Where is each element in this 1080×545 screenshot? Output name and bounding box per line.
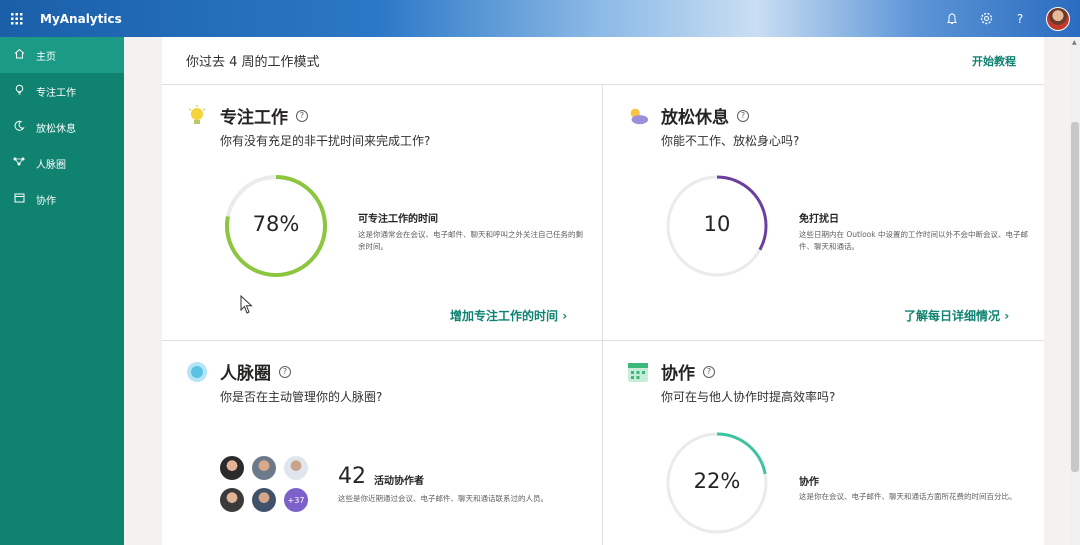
metric-description: 这些日期内在 Outlook 中设置的工作时间以外不会中断会议、电子邮件、聊天和…	[799, 230, 1028, 251]
metric-description: 这是你在会议、电子邮件、聊天和通话方面所花费的时间百分比。	[799, 492, 1017, 501]
card-title: 人脉圈	[220, 364, 271, 384]
sidebar-item-collaboration[interactable]: 协作	[0, 181, 124, 217]
metric-title: 可专注工作的时间	[358, 214, 438, 225]
main-content: 你过去 4 周的工作模式 开始教程 专注工作 ? 你有没有充足的非干扰时间来完成…	[124, 37, 1070, 545]
help-icon[interactable]: ?	[1012, 11, 1028, 27]
sidebar-item-home[interactable]: 主页	[0, 37, 124, 73]
sidebar-item-label: 人脉圈	[36, 159, 66, 171]
mouse-cursor-icon	[240, 294, 254, 319]
sidebar: 主页 专注工作 放松休息 人脉圈 协作	[0, 37, 124, 545]
avatar[interactable]	[1046, 6, 1070, 31]
home-icon	[12, 48, 26, 62]
more-collaborators-badge[interactable]: +37	[284, 488, 308, 512]
gear-icon[interactable]	[978, 11, 994, 27]
sidebar-item-focus[interactable]: 专注工作	[0, 73, 124, 109]
help-icon[interactable]: ?	[737, 109, 749, 122]
focus-ring: 78%	[224, 174, 328, 278]
network-icon	[186, 361, 208, 383]
sidebar-item-label: 协作	[36, 195, 56, 207]
focus-percent: 78%	[252, 212, 300, 236]
network-card: 人脉圈 ? 你是否在主动管理你的人脉圈? +37 42 活动协作者 这些是你近期…	[162, 341, 603, 545]
network-icon	[12, 156, 26, 170]
scrollbar-thumb[interactable]	[1071, 122, 1079, 472]
app-title[interactable]: MyAnalytics	[40, 12, 122, 26]
avatar[interactable]	[220, 456, 244, 480]
card-question: 你可在与他人协作时提高效率吗?	[661, 390, 836, 404]
collaboration-ring: 22%	[665, 431, 769, 535]
avatar[interactable]	[284, 456, 308, 480]
wellbeing-card: 放松休息 ? 你能不工作、放松身心吗? 10 免打扰日 这些日期内在 Outlo…	[603, 85, 1044, 341]
card-question: 你有没有充足的非干扰时间来完成工作?	[220, 134, 431, 148]
collaboration-card: 协作 ? 你可在与他人协作时提高效率吗? 22% 协作 这是你在会议、电子邮件、…	[603, 341, 1044, 545]
increase-focus-link[interactable]: 增加专注工作的时间 ›	[450, 307, 567, 324]
active-collaborators-count: 42	[338, 464, 366, 489]
metric-title: 活动协作者	[374, 476, 424, 487]
metric-description: 这是你通常会在会议、电子邮件、聊天和呼叫之外关注自己任务的剩余时间。	[358, 230, 583, 251]
link-label: 了解每日详细情况	[904, 309, 1001, 323]
bell-icon[interactable]	[944, 11, 960, 27]
sidebar-item-network[interactable]: 人脉圈	[0, 145, 124, 181]
top-bar: MyAnalytics ?	[0, 0, 1080, 37]
panel-header: 你过去 4 周的工作模式 开始教程	[162, 37, 1044, 85]
card-title: 专注工作	[220, 108, 288, 128]
card-question: 你能不工作、放松身心吗?	[661, 134, 800, 148]
start-tutorial-link[interactable]: 开始教程	[972, 53, 1016, 69]
help-icon[interactable]: ?	[703, 365, 715, 378]
card-title: 放松休息	[661, 108, 729, 128]
bulb-icon	[12, 84, 26, 98]
wellbeing-ring: 10	[665, 174, 769, 278]
scrollbar[interactable]: ▲	[1070, 37, 1080, 545]
work-patterns-panel: 你过去 4 周的工作模式 开始教程 专注工作 ? 你有没有充足的非干扰时间来完成…	[162, 37, 1044, 545]
card-question: 你是否在主动管理你的人脉圈?	[220, 390, 383, 404]
no-interrupt-days: 10	[703, 212, 731, 236]
card-title: 协作	[661, 364, 695, 384]
avatar[interactable]	[252, 456, 276, 480]
sidebar-item-label: 专注工作	[36, 87, 76, 99]
sidebar-item-label: 主页	[36, 51, 56, 63]
cloud-moon-icon	[627, 105, 649, 127]
sidebar-item-label: 放松休息	[36, 123, 76, 135]
bulb-icon	[186, 104, 208, 127]
waffle-icon[interactable]	[0, 0, 34, 37]
link-label: 增加专注工作的时间	[450, 309, 559, 323]
avatar[interactable]	[252, 488, 276, 512]
scroll-up-icon[interactable]: ▲	[1072, 39, 1077, 46]
help-icon[interactable]: ?	[279, 365, 291, 378]
avatar[interactable]	[220, 488, 244, 512]
sidebar-item-wellbeing[interactable]: 放松休息	[0, 109, 124, 145]
collaboration-percent: 22%	[693, 469, 741, 493]
metric-title: 协作	[799, 477, 819, 488]
calendar-icon	[12, 192, 26, 206]
focus-card: 专注工作 ? 你有没有充足的非干扰时间来完成工作? 78% 可专注工作的时间 这…	[162, 85, 603, 341]
help-icon[interactable]: ?	[296, 109, 308, 122]
chevron-right-icon: ›	[562, 309, 568, 323]
metric-title: 免打扰日	[799, 214, 839, 225]
calendar-icon	[627, 361, 649, 383]
moon-icon	[12, 120, 26, 134]
page-title: 你过去 4 周的工作模式	[186, 55, 320, 70]
daily-details-link[interactable]: 了解每日详细情况 ›	[904, 307, 1009, 324]
metric-description: 这些是你近期通过会议、电子邮件、聊天和通话联系过的人员。	[338, 494, 548, 503]
chevron-right-icon: ›	[1004, 309, 1010, 323]
